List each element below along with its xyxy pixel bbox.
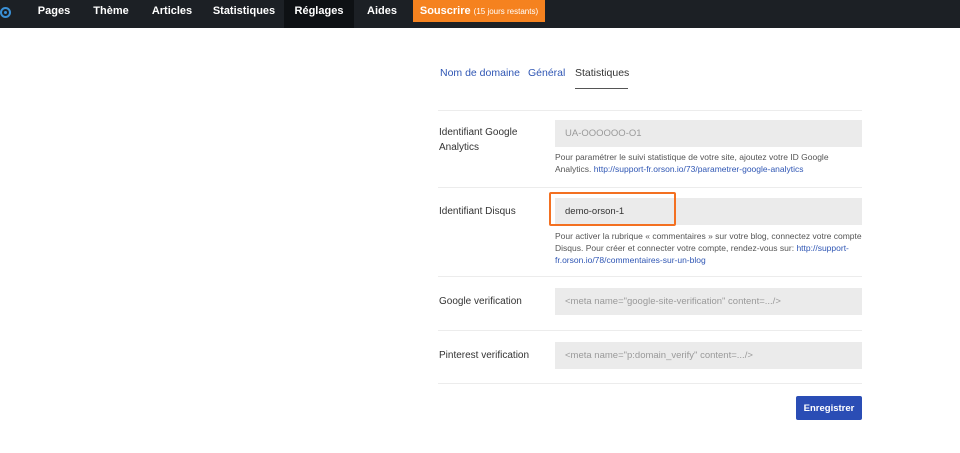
tab-nom-de-domaine[interactable]: Nom de domaine	[440, 67, 520, 79]
subscribe-button[interactable]: Souscrire (15 jours restants)	[413, 0, 545, 22]
top-navigation: Pages Thème Articles Statistiques Réglag…	[0, 0, 960, 28]
disqus-help: Pour activer la rubrique « commentaires …	[555, 230, 865, 266]
divider	[438, 276, 862, 277]
tab-general[interactable]: Général	[528, 67, 565, 79]
google-analytics-label: Identifiant Google Analytics	[439, 127, 518, 153]
logo-icon	[0, 7, 11, 18]
logo[interactable]	[0, 0, 12, 28]
google-analytics-help: Pour paramétrer le suivi statistique de …	[555, 151, 865, 175]
divider	[438, 187, 862, 188]
tab-statistiques[interactable]: Statistiques	[575, 67, 629, 79]
save-button[interactable]: Enregistrer	[796, 396, 862, 420]
nav-item-theme[interactable]: Thème	[82, 0, 140, 28]
nav-item-reglages[interactable]: Réglages	[284, 0, 354, 28]
disqus-input[interactable]	[555, 198, 862, 225]
google-verification-label: Google verification	[439, 296, 522, 307]
google-analytics-help-link[interactable]: http://support-fr.orson.io/73/parametrer…	[594, 164, 804, 174]
google-analytics-input[interactable]	[555, 120, 862, 147]
google-verification-input[interactable]	[555, 288, 862, 315]
pinterest-verification-label: Pinterest verification	[439, 350, 530, 361]
pinterest-verification-input[interactable]	[555, 342, 862, 369]
nav-item-articles[interactable]: Articles	[140, 0, 204, 28]
subscribe-label: Souscrire	[419, 5, 471, 17]
divider	[438, 110, 862, 111]
disqus-label: Identifiant Disqus	[439, 206, 516, 217]
divider	[438, 330, 862, 331]
nav-item-pages[interactable]: Pages	[26, 0, 82, 28]
nav-item-aides[interactable]: Aides	[354, 0, 410, 28]
nav-item-statistiques[interactable]: Statistiques	[204, 0, 284, 28]
active-tab-indicator	[575, 88, 628, 89]
trial-remaining: (15 jours restants)	[473, 7, 539, 16]
divider	[438, 383, 862, 384]
